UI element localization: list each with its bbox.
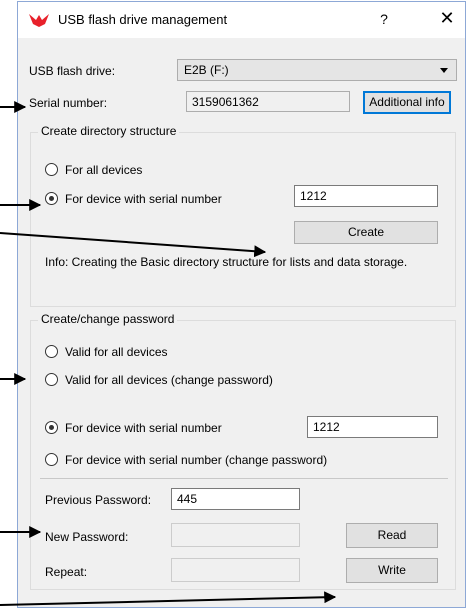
usb-drive-select[interactable]: E2B (F:) <box>177 59 457 81</box>
additional-info-button[interactable]: Additional info <box>363 91 451 114</box>
radio-dir-all-devices[interactable] <box>45 163 58 176</box>
radio-pw-serial-label: For device with serial number <box>65 421 222 435</box>
pw-serial-value: 1212 <box>313 420 340 434</box>
repeat-password-label: Repeat: <box>45 565 88 579</box>
read-button[interactable]: Read <box>346 523 438 548</box>
radio-pw-serial[interactable] <box>45 421 58 434</box>
chevron-down-icon <box>440 68 448 73</box>
window-title: USB flash drive management <box>58 12 228 27</box>
radio-pw-all-change[interactable] <box>45 373 58 386</box>
password-group-title: Create/change password <box>38 312 178 326</box>
write-button[interactable]: Write <box>346 558 438 583</box>
close-button[interactable]: ✕ <box>437 8 457 28</box>
radio-dir-serial-label: For device with serial number <box>65 192 222 206</box>
dir-serial-input[interactable]: 1212 <box>294 185 438 207</box>
serial-number-field: 3159061362 <box>186 91 350 112</box>
previous-password-input[interactable]: 445 <box>171 488 300 510</box>
create-info-text: Info: Creating the Basic directory struc… <box>45 255 408 269</box>
serial-number-label: Serial number: <box>29 96 108 110</box>
pw-serial-input[interactable]: 1212 <box>307 416 438 438</box>
new-password-label: New Password: <box>45 530 129 544</box>
radio-pw-all[interactable] <box>45 345 58 358</box>
radio-pw-all-label: Valid for all devices <box>65 345 168 359</box>
previous-password-label: Previous Password: <box>45 493 152 507</box>
create-directory-group-title: Create directory structure <box>38 124 180 138</box>
help-button[interactable]: ? <box>377 11 391 27</box>
red-bird-logo-icon <box>29 14 49 27</box>
radio-pw-serial-change-label: For device with serial number (change pa… <box>65 453 328 467</box>
title-bar: USB flash drive management ? ✕ <box>18 2 465 38</box>
repeat-password-input[interactable] <box>171 558 300 582</box>
usb-drive-label: USB flash drive: <box>29 64 116 78</box>
serial-number-value: 3159061362 <box>192 95 259 109</box>
radio-dir-all-devices-label: For all devices <box>65 163 143 177</box>
radio-pw-serial-change[interactable] <box>45 453 58 466</box>
radio-dir-serial[interactable] <box>45 192 58 205</box>
radio-pw-all-change-label: Valid for all devices (change password) <box>65 373 273 387</box>
usb-management-dialog: USB flash drive management ? ✕ USB flash… <box>17 1 466 608</box>
new-password-input[interactable] <box>171 523 300 547</box>
create-button[interactable]: Create <box>294 221 438 244</box>
create-directory-group <box>30 132 456 307</box>
dir-serial-value: 1212 <box>300 189 327 203</box>
usb-drive-value: E2B (F:) <box>184 63 229 77</box>
previous-password-value: 445 <box>177 492 198 506</box>
password-separator <box>40 478 448 479</box>
